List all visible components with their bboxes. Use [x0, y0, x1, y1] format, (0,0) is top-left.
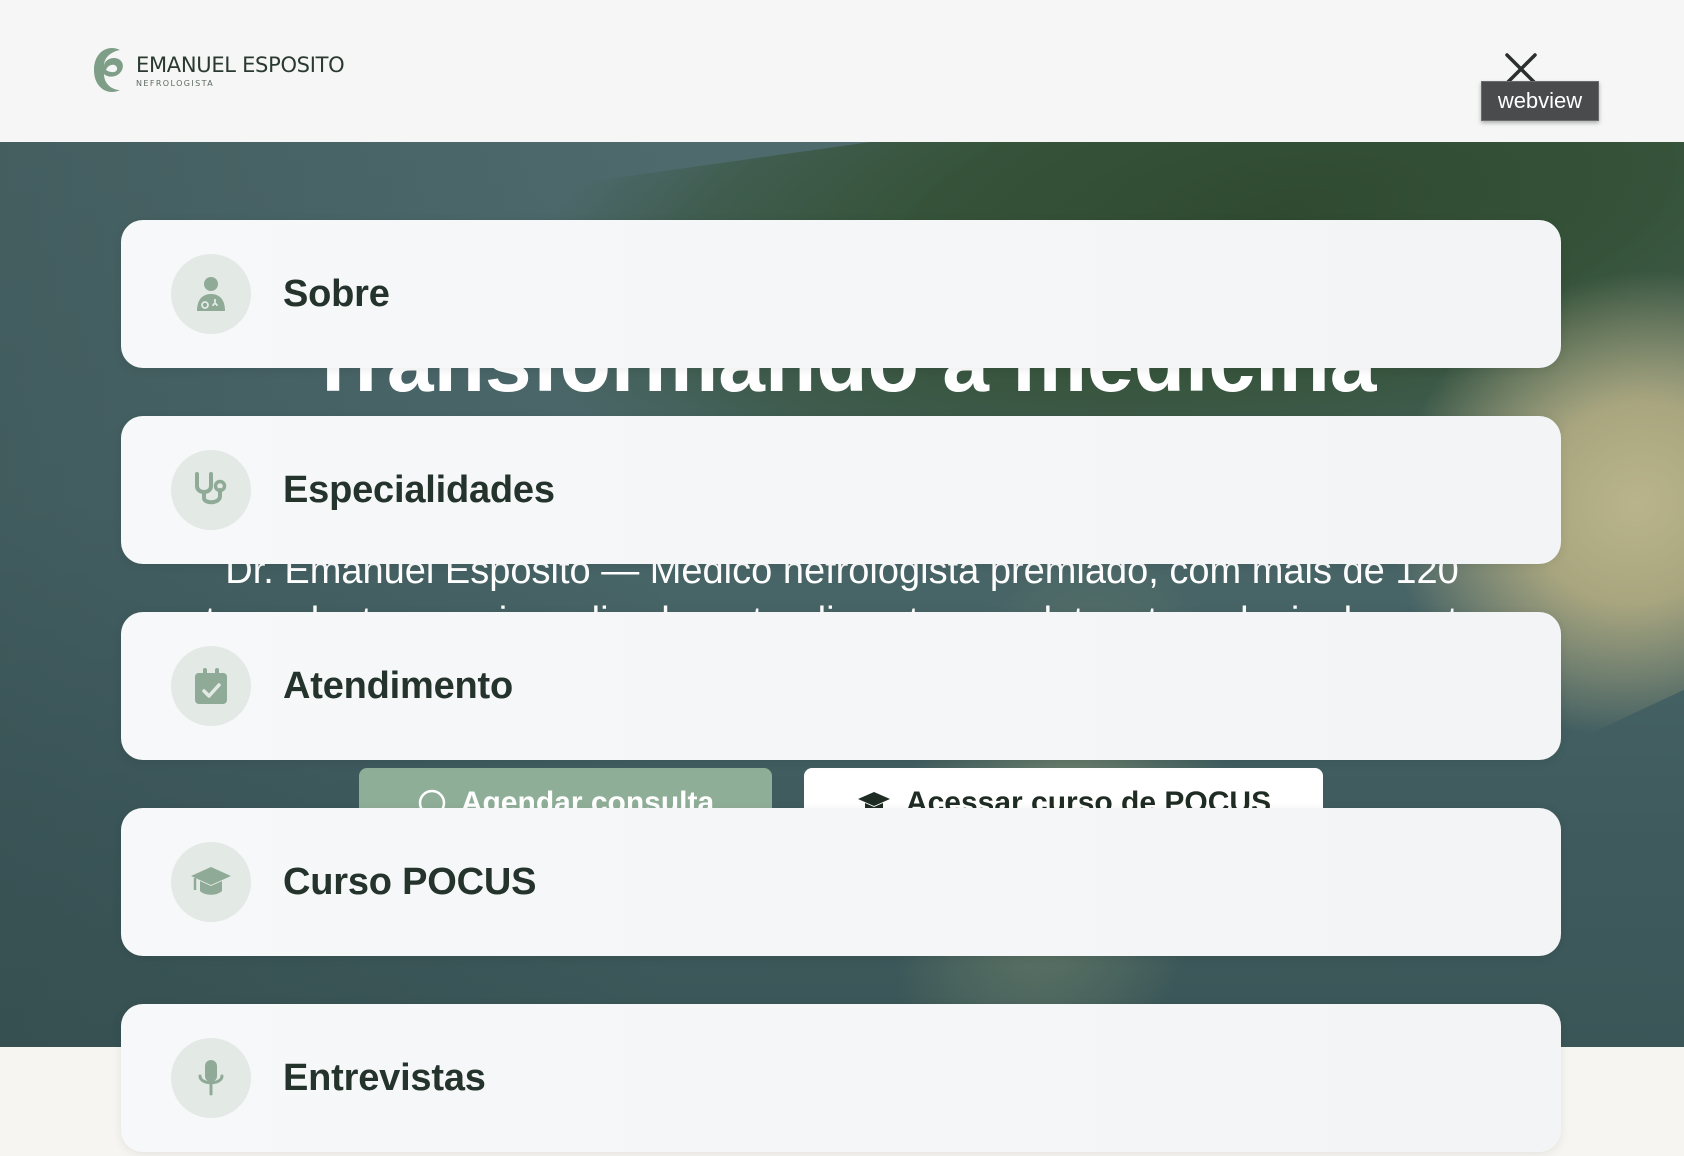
site-header: EMANUEL ESPOSITO NEFROLOGISTA: [0, 0, 1684, 142]
stethoscope-icon: [195, 472, 227, 505]
logo-name: EMANUEL ESPOSITO: [136, 52, 345, 77]
webview-tooltip: webview: [1481, 81, 1599, 121]
logo-subtitle: NEFROLOGISTA: [136, 78, 215, 88]
calendar-check-icon: [195, 668, 227, 704]
menu-item-label: Entrevistas: [283, 1056, 486, 1099]
microphone-icon: [198, 1060, 224, 1096]
menu-item-entrevistas[interactable]: Entrevistas: [121, 1004, 1561, 1152]
menu-item-sobre[interactable]: Sobre: [121, 220, 1561, 368]
menu-item-curso-pocus[interactable]: Curso POCUS: [121, 808, 1561, 956]
menu-item-label: Especialidades: [283, 468, 555, 511]
graduation-cap-icon: [191, 867, 231, 895]
logo-e-icon: [94, 48, 123, 92]
menu-item-atendimento[interactable]: Atendimento: [121, 612, 1561, 760]
brand-logo[interactable]: EMANUEL ESPOSITO NEFROLOGISTA: [92, 44, 345, 96]
doctor-icon: [197, 277, 225, 311]
menu-item-label: Atendimento: [283, 664, 514, 707]
menu-item-label: Curso POCUS: [283, 860, 537, 903]
menu-item-especialidades[interactable]: Especialidades: [121, 416, 1561, 564]
menu-item-label: Sobre: [283, 272, 390, 315]
